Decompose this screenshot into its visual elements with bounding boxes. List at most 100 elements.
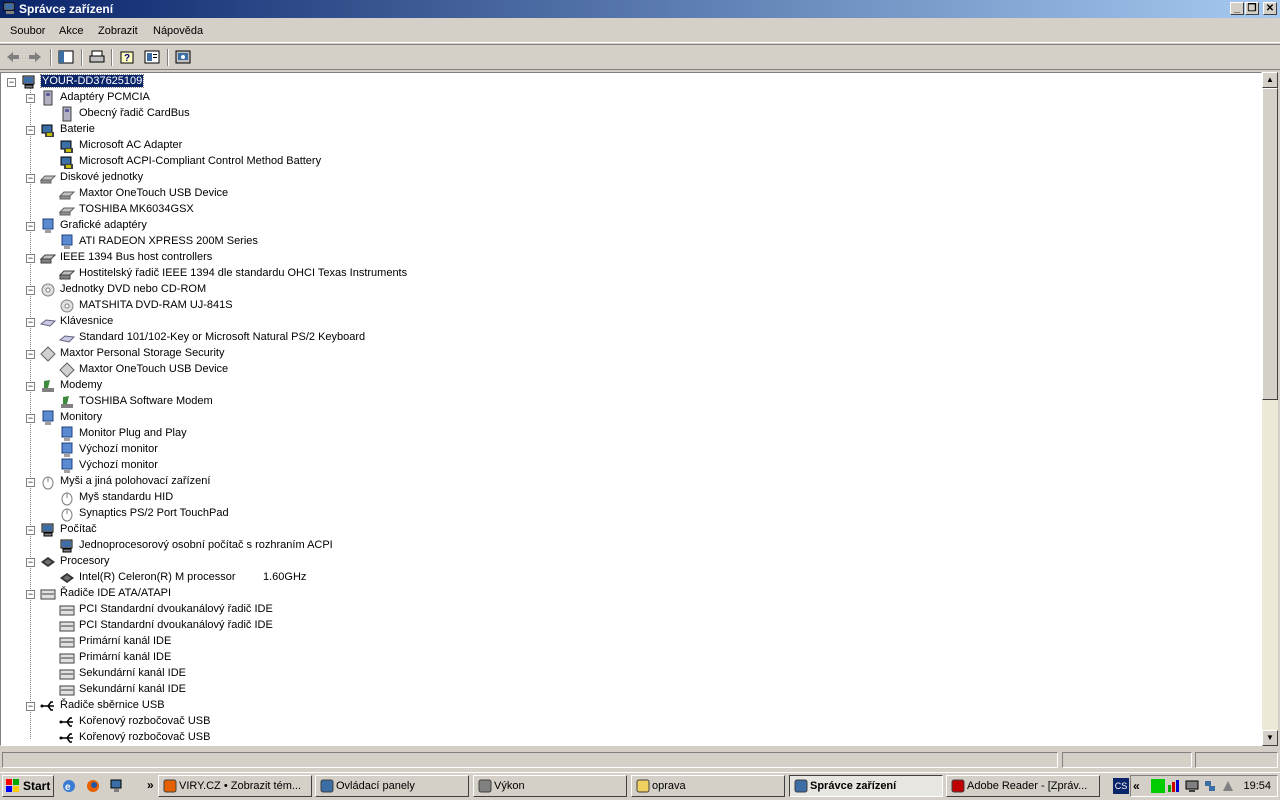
- tree-device[interactable]: Maxtor OneTouch USB Device: [1, 362, 1201, 378]
- collapse-toggle[interactable]: −: [26, 174, 35, 183]
- taskbar-button[interactable]: Správce zařízení: [789, 775, 943, 797]
- tree-device[interactable]: PCI Standardní dvoukanálový řadič IDE: [1, 602, 1201, 618]
- collapse-toggle[interactable]: −: [26, 478, 35, 487]
- tree-category[interactable]: − Myši a jiná polohovací zařízení: [1, 474, 1201, 490]
- tree-device[interactable]: MATSHITA DVD-RAM UJ-841S: [1, 298, 1201, 314]
- tree-device[interactable]: Kořenový rozbočovač USB: [1, 730, 1201, 745]
- properties-icon[interactable]: [143, 49, 161, 65]
- start-button[interactable]: Start: [2, 775, 54, 797]
- tray-status-icon[interactable]: [1151, 779, 1165, 793]
- tree-device[interactable]: Standard 101/102-Key or Microsoft Natura…: [1, 330, 1201, 346]
- tray-monitor-icon[interactable]: [1185, 779, 1199, 793]
- tree-device[interactable]: Maxtor OneTouch USB Device: [1, 186, 1201, 202]
- tree-category[interactable]: − Baterie: [1, 122, 1201, 138]
- taskbar-button[interactable]: Ovládací panely: [315, 775, 469, 797]
- collapse-toggle[interactable]: −: [7, 78, 16, 87]
- language-indicator[interactable]: CS: [1113, 778, 1129, 794]
- collapse-toggle[interactable]: −: [26, 318, 35, 327]
- collapse-toggle[interactable]: −: [26, 558, 35, 567]
- collapse-toggle[interactable]: −: [26, 414, 35, 423]
- collapse-toggle[interactable]: −: [26, 382, 35, 391]
- tree-category[interactable]: − IEEE 1394 Bus host controllers: [1, 250, 1201, 266]
- scan-hardware-icon[interactable]: [174, 49, 192, 65]
- help-icon[interactable]: ?: [119, 49, 137, 65]
- tree-device[interactable]: Microsoft ACPI-Compliant Control Method …: [1, 154, 1201, 170]
- tree-device[interactable]: ATI RADEON XPRESS 200M Series: [1, 234, 1201, 250]
- menu-soubor[interactable]: Soubor: [10, 25, 45, 37]
- taskbar-button[interactable]: oprava: [631, 775, 785, 797]
- tray-connection-icon[interactable]: [1221, 779, 1235, 793]
- scroll-thumb[interactable]: [1262, 88, 1278, 400]
- scroll-up-button[interactable]: ▲: [1262, 72, 1278, 88]
- collapse-toggle[interactable]: −: [26, 350, 35, 359]
- collapse-toggle[interactable]: −: [26, 126, 35, 135]
- tree-category[interactable]: − Diskové jednotky: [1, 170, 1201, 186]
- menu-napoveda[interactable]: Nápověda: [153, 25, 203, 37]
- collapse-toggle[interactable]: −: [26, 94, 35, 103]
- tree-device[interactable]: Primární kanál IDE: [1, 650, 1201, 666]
- menu-akce[interactable]: Akce: [59, 25, 83, 37]
- tree-category[interactable]: − Počítač: [1, 522, 1201, 538]
- quicklaunch-overflow[interactable]: »: [147, 778, 154, 792]
- tree-device[interactable]: PCI Standardní dvoukanálový řadič IDE: [1, 618, 1201, 634]
- tree-root[interactable]: − YOUR-DD37625109: [1, 74, 1201, 90]
- desktop-icon[interactable]: [109, 778, 125, 794]
- tree-category[interactable]: − Adaptéry PCMCIA: [1, 90, 1201, 106]
- minimize-button[interactable]: _: [1230, 2, 1244, 15]
- tree-category[interactable]: − Jednotky DVD nebo CD-ROM: [1, 282, 1201, 298]
- tree-category[interactable]: − Maxtor Personal Storage Security: [1, 346, 1201, 362]
- tray-chart-icon[interactable]: [1167, 779, 1181, 793]
- scroll-down-button[interactable]: ▼: [1262, 730, 1278, 746]
- status-pane-2: [1062, 752, 1192, 768]
- tree-device[interactable]: Výchozí monitor: [1, 458, 1201, 474]
- collapse-toggle[interactable]: −: [26, 222, 35, 231]
- tree-device[interactable]: Kořenový rozbočovač USB: [1, 714, 1201, 730]
- tree-device[interactable]: Synaptics PS/2 Port TouchPad: [1, 506, 1201, 522]
- tray-network-icon[interactable]: [1203, 779, 1217, 793]
- tree-device[interactable]: Výchozí monitor: [1, 442, 1201, 458]
- title-bar[interactable]: Správce zařízení _ ❐ ✕: [0, 0, 1280, 18]
- tree-device[interactable]: Microsoft AC Adapter: [1, 138, 1201, 154]
- print-icon[interactable]: [88, 49, 106, 65]
- windows-logo-icon: [6, 779, 19, 792]
- tree-category[interactable]: − Monitory: [1, 410, 1201, 426]
- tree-category[interactable]: − Modemy: [1, 378, 1201, 394]
- collapse-toggle[interactable]: −: [26, 286, 35, 295]
- tree-device[interactable]: Sekundární kanál IDE: [1, 682, 1201, 698]
- taskbar-button[interactable]: Výkon: [473, 775, 627, 797]
- restore-button[interactable]: ❐: [1245, 2, 1259, 15]
- collapse-toggle[interactable]: −: [26, 590, 35, 599]
- tree-category[interactable]: − Grafické adaptéry: [1, 218, 1201, 234]
- back-arrow-icon[interactable]: [4, 49, 22, 65]
- vertical-scrollbar[interactable]: ▲ ▼: [1262, 72, 1278, 746]
- tree-device[interactable]: Intel(R) Celeron(R) M processor 1.60GHz: [1, 570, 1201, 586]
- firefox-icon[interactable]: [85, 778, 101, 794]
- tree-device[interactable]: Monitor Plug and Play: [1, 426, 1201, 442]
- collapse-toggle[interactable]: −: [26, 702, 35, 711]
- tree-device[interactable]: Primární kanál IDE: [1, 634, 1201, 650]
- tree-category[interactable]: − Klávesnice: [1, 314, 1201, 330]
- tree-category[interactable]: − Řadiče IDE ATA/ATAPI: [1, 586, 1201, 602]
- tree-label: YOUR-DD37625109: [39, 74, 145, 88]
- menu-zobrazit[interactable]: Zobrazit: [98, 25, 138, 37]
- tree-device[interactable]: Obecný řadič CardBus: [1, 106, 1201, 122]
- tree-device[interactable]: TOSHIBA MK6034GSX: [1, 202, 1201, 218]
- tree-category[interactable]: − Procesory: [1, 554, 1201, 570]
- collapse-toggle[interactable]: −: [26, 526, 35, 535]
- tree-device[interactable]: Jednoprocesorový osobní počítač s rozhra…: [1, 538, 1201, 554]
- tree-category[interactable]: − Řadiče sběrnice USB: [1, 698, 1201, 714]
- show-hide-tree-icon[interactable]: [57, 49, 75, 65]
- taskbar-button[interactable]: Adobe Reader - [Zpráv...: [946, 775, 1100, 797]
- close-button[interactable]: ✕: [1263, 2, 1277, 15]
- forward-arrow-icon[interactable]: [26, 49, 44, 65]
- tree-device[interactable]: Myš standardu HID: [1, 490, 1201, 506]
- device-tree[interactable]: − YOUR-DD37625109− Adaptéry PCMCIA Obecný ř…: [0, 72, 1262, 746]
- tree-device[interactable]: Sekundární kanál IDE: [1, 666, 1201, 682]
- collapse-toggle[interactable]: −: [26, 254, 35, 263]
- pcmcia-icon: [40, 90, 56, 106]
- tree-device[interactable]: TOSHIBA Software Modem: [1, 394, 1201, 410]
- ie-icon[interactable]: e: [61, 778, 77, 794]
- tree-device[interactable]: Hostitelský řadič IEEE 1394 dle standard…: [1, 266, 1201, 282]
- taskbar-button[interactable]: VIRY.CZ • Zobrazit tém...: [158, 775, 312, 797]
- tray-chevron[interactable]: «: [1133, 779, 1140, 793]
